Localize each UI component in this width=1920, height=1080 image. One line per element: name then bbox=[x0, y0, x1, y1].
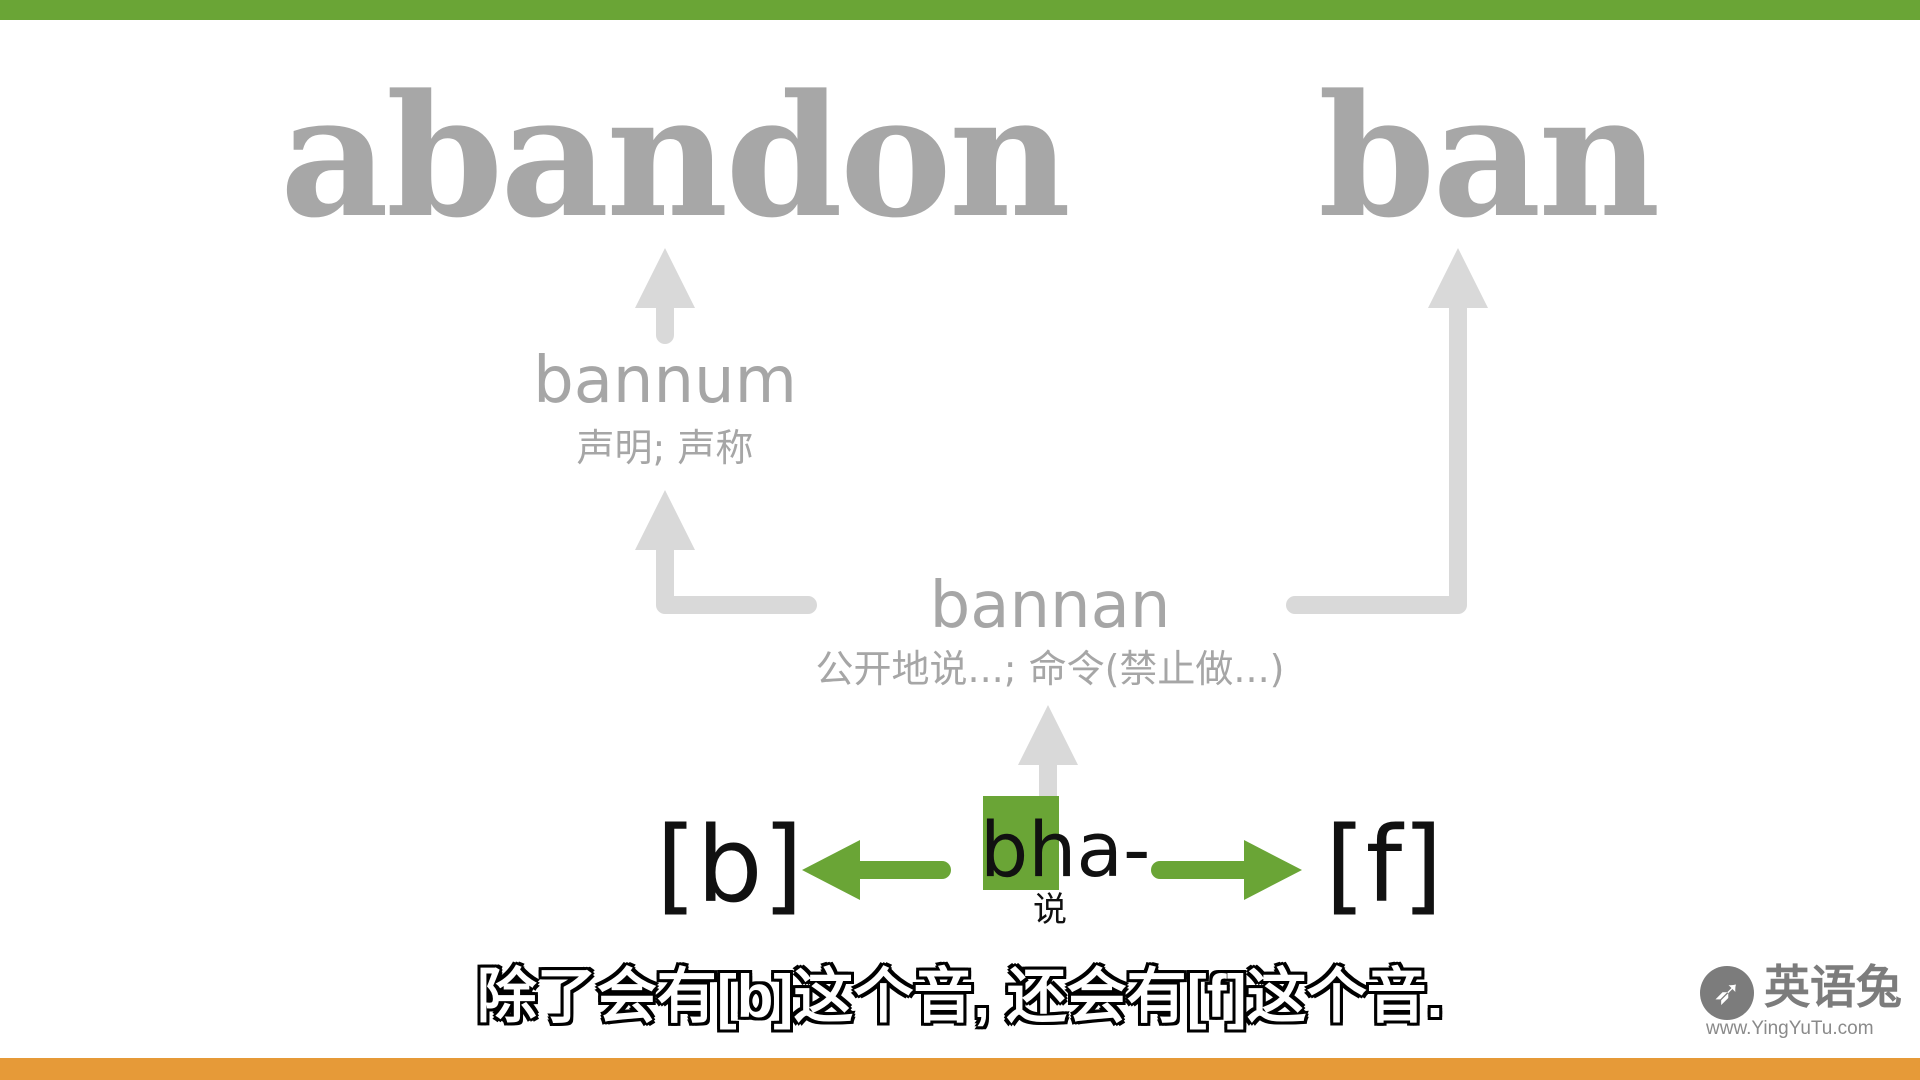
arrowhead-bannum bbox=[635, 490, 695, 550]
arrowhead-f bbox=[1244, 840, 1302, 900]
arrowhead-abandon bbox=[635, 248, 695, 308]
bannum-word: bannum bbox=[533, 344, 797, 418]
rabbit-logo-icon: ➶ bbox=[1700, 966, 1754, 1020]
arrowhead-ban bbox=[1428, 248, 1488, 308]
root-meaning: 说 bbox=[1033, 891, 1067, 929]
bannan-word: bannan bbox=[929, 569, 1171, 643]
arrow-bannan-to-ban bbox=[1286, 291, 1467, 614]
arrow-bannan-to-bannum bbox=[656, 539, 817, 614]
arrowhead-b bbox=[802, 840, 860, 900]
root-word: bha- bbox=[980, 805, 1151, 894]
logo-name: 英语兔 bbox=[1764, 960, 1902, 1014]
brand-logo: ➶ 英语兔 www.YingYuTu.com bbox=[1700, 958, 1902, 1039]
bannum-meaning: 声明; 声称 bbox=[576, 426, 754, 470]
sound-f: [f] bbox=[1325, 804, 1443, 926]
subtitle-caption: 除了会有[b]这个音, 还会有[f]这个音. bbox=[476, 963, 1444, 1030]
logo-url: www.YingYuTu.com bbox=[1706, 1018, 1874, 1039]
arrowhead-bannan bbox=[1018, 705, 1078, 765]
etymology-arrows bbox=[635, 248, 1488, 900]
sound-b: [b] bbox=[656, 804, 804, 926]
bannan-meaning: 公开地说...; 命令(禁止做...) bbox=[815, 647, 1285, 691]
